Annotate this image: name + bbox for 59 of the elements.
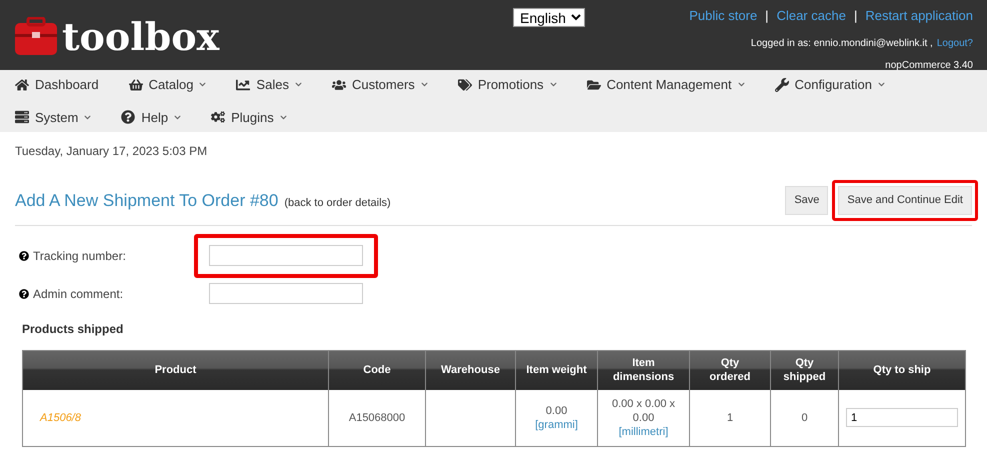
logged-in-text: Logged in as: ennio.mondini@weblink.it , <box>750 36 933 50</box>
field-label: Admin comment: <box>33 286 124 302</box>
menu-item[interactable]: Promotions <box>458 75 557 94</box>
folder-icon <box>586 78 601 92</box>
version-text: nopCommerce 3.40 <box>885 58 973 72</box>
help-icon <box>19 250 29 260</box>
qty-field[interactable]: 1 <box>846 408 958 428</box>
logout-link[interactable]: Logout? <box>936 36 973 50</box>
menu-item[interactable]: Plugins <box>211 108 287 127</box>
column-header: Product <box>22 350 328 390</box>
column-header: Qty shipped <box>770 350 838 390</box>
field-label: Tracking number: <box>33 248 126 264</box>
menu-item[interactable]: System <box>15 108 92 127</box>
gears-icon <box>211 110 226 124</box>
save-button[interactable]: Save <box>785 186 828 214</box>
help-icon <box>19 288 29 298</box>
users-icon <box>332 78 346 92</box>
table-cell: A15068000 <box>328 390 426 446</box>
tags-icon <box>458 78 472 92</box>
column-header: Qty ordered <box>690 350 770 390</box>
page-title: Add A New Shipment To Order #80 <box>15 190 278 212</box>
weight-value: 0.00 <box>544 404 568 418</box>
basket-icon <box>128 78 143 92</box>
menu-item[interactable]: Dashboard <box>15 75 99 94</box>
section-title: Products shipped <box>22 320 124 338</box>
column-header: Item weight <box>516 350 598 390</box>
header-link[interactable]: Restart application <box>865 6 973 26</box>
wrench-icon <box>774 78 789 92</box>
unit-text: [millimetri] <box>618 424 670 439</box>
input-field[interactable] <box>209 283 363 304</box>
menu-item[interactable]: Catalog <box>128 75 206 94</box>
table-cell: 1 <box>690 390 770 446</box>
header-link[interactable]: Clear cache <box>776 6 846 26</box>
line-chart-icon <box>236 78 250 92</box>
table-cell: 0 <box>770 390 838 446</box>
menu-item[interactable]: Customers <box>332 75 428 94</box>
separator: | <box>765 7 769 25</box>
column-header: Code <box>328 350 426 390</box>
logo-text: toolbox <box>62 18 220 56</box>
menu-item[interactable]: Sales <box>236 75 302 94</box>
home-icon <box>15 78 29 92</box>
dimensions-value: 0.00 x 0.00 x 0.00 <box>611 396 676 425</box>
column-header: Item dimensions <box>598 350 690 390</box>
column-header: Warehouse <box>426 350 516 390</box>
header-link[interactable]: Public store <box>689 6 758 26</box>
server-icon <box>15 110 29 124</box>
unit-text: [grammi] <box>534 418 579 432</box>
input-field[interactable] <box>209 245 363 266</box>
column-header: Qty to ship <box>838 350 966 390</box>
menu-item[interactable]: Content Management <box>586 75 745 94</box>
help-icon <box>121 110 136 124</box>
back-link[interactable]: (back to order details) <box>284 194 391 211</box>
language-select[interactable]: English <box>513 8 585 27</box>
separator: | <box>854 7 858 25</box>
menu-item[interactable]: Help <box>121 108 182 127</box>
toolbox-icon <box>14 17 58 57</box>
date-text: Tuesday, January 17, 2023 5:03 PM <box>15 143 208 160</box>
save-button[interactable]: Save and Continue Edit <box>838 186 972 214</box>
menu-item[interactable]: Configuration <box>774 75 885 94</box>
